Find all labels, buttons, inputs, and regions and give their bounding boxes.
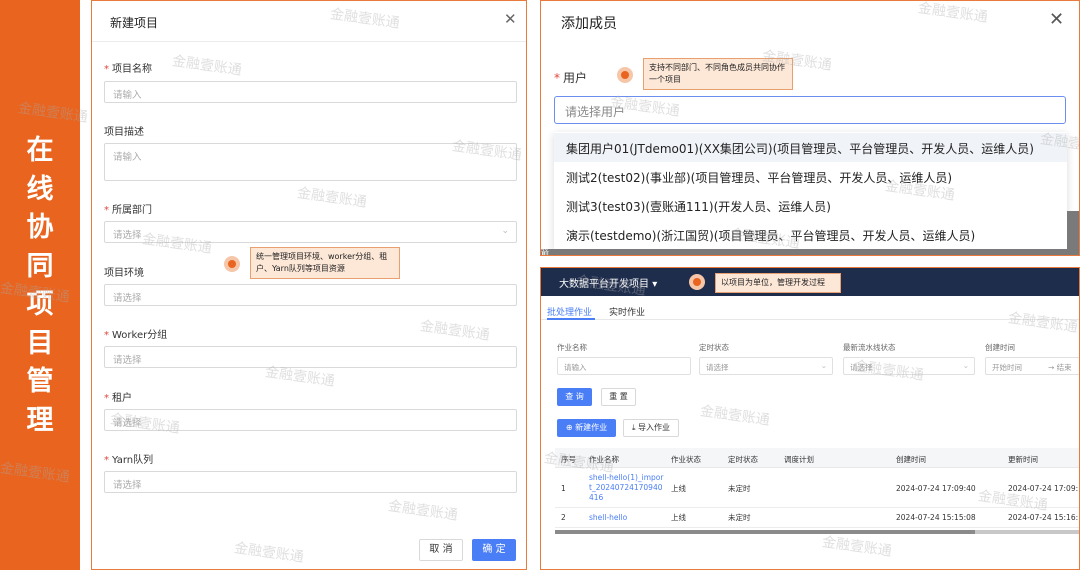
cut-text: 箭 [541, 248, 549, 256]
job-status: 上线 [671, 484, 686, 493]
new-job-button[interactable]: ⊕ 新建作业 [557, 419, 616, 437]
created-time-range[interactable]: 开始时间 → 结束 [985, 357, 1079, 375]
created-time: 2024-07-24 15:15:08 [896, 513, 976, 522]
side-banner: 在线协同项目管理 [0, 0, 80, 570]
department-label: * 所属部门 [104, 205, 152, 216]
chevron-down-icon: ⌄ [501, 226, 509, 236]
project-name-label: * 项目名称 [104, 64, 152, 75]
callout-dot-icon [617, 67, 633, 83]
table-header: 序号 作业名称 作业状态 定时状态 调度计划 创建时间 更新时间 [555, 448, 1079, 468]
worker-group-label: * Worker分组 [104, 330, 168, 341]
updated-time: 2024-07-24 15:16: [1008, 513, 1079, 522]
filter-label: 作业名称 [557, 343, 587, 352]
chevron-down-icon: ⌄ [820, 361, 827, 370]
column-header: 作业名称 [589, 455, 619, 464]
column-header: 调度计划 [784, 455, 814, 464]
chevron-down-icon: ⌄ [962, 361, 969, 370]
filter-label: 创建时间 [985, 343, 1015, 352]
department-select[interactable]: 请选择 ⌄ [104, 221, 517, 243]
new-project-dialog: 新建项目 ✕ * 项目名称 请输入 项目描述 请输入 * 所属部门 请选择 ⌄ 项目环… [91, 0, 527, 570]
job-list-panel: 大数据平台开发项目 ▾ 以项目为单位，管理开发过程 批处理作业 实时作业 作业名… [540, 267, 1080, 570]
job-name-link[interactable]: shell-hello [589, 513, 627, 523]
dialog-title: 新建项目 [110, 16, 159, 30]
yarn-queue-select[interactable]: 请选择 [104, 471, 517, 493]
tab-batch-jobs[interactable]: 批处理作业 [547, 305, 592, 318]
row-no: 1 [561, 484, 566, 493]
project-env-select[interactable]: 请选择 [104, 284, 517, 306]
import-job-button[interactable]: ⤓ 导入作业 [623, 419, 679, 437]
project-env-label: 项目环境 [104, 268, 144, 279]
callout-dev-process: 以项目为单位，管理开发过程 [715, 273, 841, 293]
query-button[interactable]: 查 询 [557, 388, 592, 406]
reset-button[interactable]: 重 置 [601, 388, 636, 406]
row-no: 2 [561, 513, 566, 522]
dropdown-option[interactable]: 测试3(test03)(壹账通111)(开发人员、运维人员) [554, 191, 1067, 220]
job-name-link[interactable]: shell-hello(1)_import_20240724170940416 [589, 473, 665, 503]
callout-project-resources: 统一管理项目环境、worker分组、租户、Yarn队列等项目资源 [250, 247, 400, 279]
project-name-input[interactable]: 请输入 [104, 81, 517, 103]
side-title: 在线协同项目管理 [26, 135, 54, 436]
project-desc-label: 项目描述 [104, 127, 144, 138]
user-dropdown: 集团用户01(JTdemo01)(XX集团公司)(项目管理员、平台管理员、开发人… [554, 132, 1067, 250]
close-icon[interactable]: ✕ [504, 10, 517, 28]
filter-label: 最新流水线状态 [843, 343, 896, 352]
download-icon: ⤓ [631, 423, 636, 432]
horizontal-scrollbar[interactable] [555, 530, 1079, 534]
confirm-button[interactable]: 确 定 [472, 539, 516, 561]
job-name-input[interactable]: 请输入 [557, 357, 691, 375]
timer-status-select[interactable]: 请选择 ⌄ [699, 357, 833, 375]
user-select-input[interactable]: 请选择用户 [554, 96, 1066, 124]
dropdown-option[interactable]: 集团用户01(JTdemo01)(XX集团公司)(项目管理员、平台管理员、开发人… [554, 133, 1067, 162]
callout-dot-icon [689, 274, 705, 290]
dropdown-option[interactable]: 演示(testdemo)(浙江国贸)(项目管理员、平台管理员、开发人员、运维人员… [554, 220, 1067, 249]
created-time: 2024-07-24 17:09:40 [896, 484, 976, 493]
project-desc-textarea[interactable]: 请输入 [104, 143, 517, 181]
user-label: * 用户 [554, 71, 588, 85]
tab-realtime-jobs[interactable]: 实时作业 [609, 305, 645, 318]
dialog-title: 添加成员 [561, 16, 617, 32]
table-row[interactable]: 1 shell-hello(1)_import_2024072417094041… [555, 470, 1079, 508]
project-switcher[interactable]: 大数据平台开发项目 ▾ [559, 275, 657, 290]
overlay-bottom [541, 249, 1079, 255]
plus-circle-icon: ⊕ [565, 423, 573, 432]
job-status: 上线 [671, 513, 686, 522]
active-tab-indicator [547, 318, 595, 320]
dropdown-option[interactable]: 测试2(test02)(事业部)(项目管理员、平台管理员、开发人员、运维人员) [554, 162, 1067, 191]
job-tabs: 批处理作业 实时作业 [541, 298, 1079, 320]
cancel-button[interactable]: 取 消 [419, 539, 463, 561]
add-member-dialog: 添加成员 ✕ * 用户 支持不同部门、不同角色成员共同协作一个项目 请选择用户 集… [540, 0, 1080, 256]
pipeline-status-select[interactable]: 请选择 ⌄ [843, 357, 975, 375]
updated-time: 2024-07-24 17:09: [1008, 484, 1079, 493]
divider [92, 41, 526, 42]
timer-status: 未定时 [728, 513, 751, 522]
worker-group-select[interactable]: 请选择 [104, 346, 517, 368]
tenant-select[interactable]: 请选择 [104, 409, 517, 431]
column-header: 定时状态 [728, 455, 758, 464]
callout-members: 支持不同部门、不同角色成员共同协作一个项目 [643, 58, 793, 90]
column-header: 作业状态 [671, 455, 701, 464]
column-header: 序号 [561, 455, 576, 464]
callout-dot-icon [224, 256, 240, 272]
tenant-label: * 租户 [104, 393, 132, 404]
column-header: 创建时间 [896, 455, 926, 464]
caret-down-icon: ▾ [652, 279, 658, 290]
column-header: 更新时间 [1008, 455, 1038, 464]
yarn-queue-label: * Yarn队列 [104, 455, 154, 466]
timer-status: 未定时 [728, 484, 751, 493]
close-icon[interactable]: ✕ [1049, 9, 1064, 30]
scrollbar-thumb[interactable] [555, 530, 975, 534]
table-row[interactable]: 2 shell-hello 上线 未定时 2024-07-24 15:15:08… [555, 508, 1079, 528]
filter-label: 定时状态 [699, 343, 729, 352]
